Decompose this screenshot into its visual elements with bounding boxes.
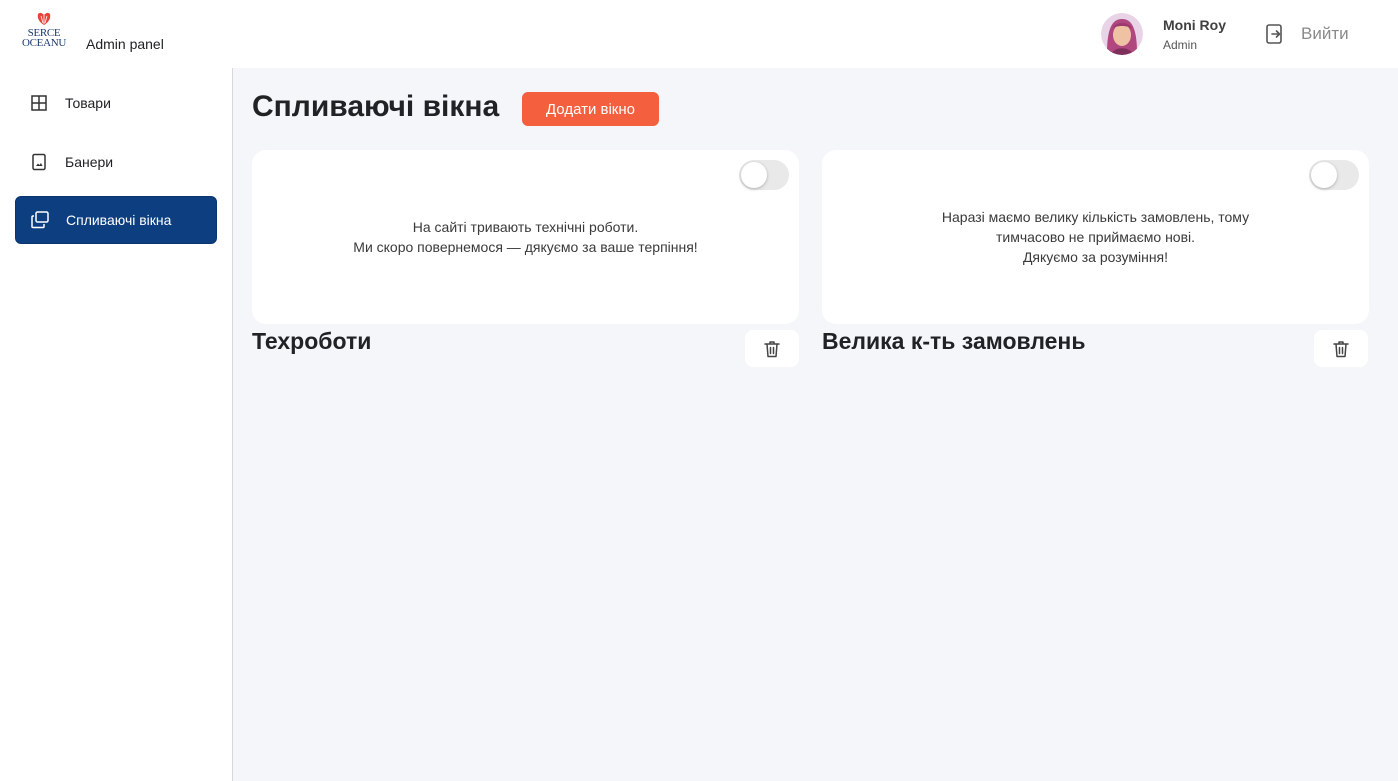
add-popup-button[interactable]: Додати вікно — [522, 92, 659, 126]
popup-name: Техроботи — [252, 328, 372, 354]
logout-button[interactable]: Вийти — [1264, 22, 1349, 46]
popup-text-line: Наразі маємо велику кількість замовлень,… — [941, 209, 1250, 225]
grid-icon — [31, 95, 47, 111]
user-role: Admin — [1163, 38, 1198, 52]
popup-preview-text: Наразі маємо велику кількість замовлень,… — [862, 150, 1329, 324]
sidebar-item-label: Товари — [65, 95, 111, 111]
popup-name: Велика к-ть замовлень — [822, 328, 1086, 354]
popup-preview-text: На сайті тривають технічні роботи. Ми ск… — [292, 150, 759, 324]
logout-label: Вийти — [1301, 24, 1349, 43]
avatar[interactable] — [1101, 13, 1143, 55]
trash-icon — [1333, 340, 1349, 357]
sidebar: Товари Банери Спливаючі вікна — [0, 68, 233, 781]
top-bar: SERCE OCEANU Admin panel Moni Roy Admin … — [0, 0, 1398, 68]
delete-popup-button[interactable] — [1314, 330, 1368, 367]
avatar-image-icon — [1101, 13, 1143, 55]
popup-text-line: Дякуємо за розуміння! — [1022, 249, 1169, 265]
sidebar-item-banners[interactable]: Банери — [15, 138, 217, 186]
shell-logo-icon — [37, 12, 51, 25]
logout-icon — [1266, 24, 1282, 44]
admin-panel-label: Admin panel — [86, 36, 164, 52]
popup-text-line: Ми скоро повернемося — дякуємо за ваше т… — [353, 239, 698, 255]
logo[interactable]: SERCE OCEANU — [18, 8, 70, 52]
popup-card: Наразі маємо велику кількість замовлень,… — [822, 150, 1369, 324]
sidebar-item-label: Банери — [65, 154, 114, 170]
sidebar-item-label: Спливаючі вікна — [66, 212, 172, 228]
sidebar-item-products[interactable]: Товари — [15, 79, 217, 127]
windows-icon — [31, 211, 49, 229]
popup-text-line: тимчасово не приймаємо нові. — [995, 229, 1196, 245]
sidebar-item-popups[interactable]: Спливаючі вікна — [15, 196, 217, 244]
popup-card: На сайті тривають технічні роботи. Ми ск… — [252, 150, 799, 324]
trash-icon — [764, 340, 780, 357]
delete-popup-button[interactable] — [745, 330, 799, 367]
image-icon — [32, 153, 46, 171]
popup-text-line: На сайті тривають технічні роботи. — [412, 219, 639, 235]
logo-text-line2: OCEANU — [21, 37, 67, 49]
page-title: Спливаючі вікна — [252, 90, 500, 123]
logo-wordmark: SERCE OCEANU — [18, 28, 70, 49]
user-name: Moni Roy — [1163, 17, 1226, 33]
